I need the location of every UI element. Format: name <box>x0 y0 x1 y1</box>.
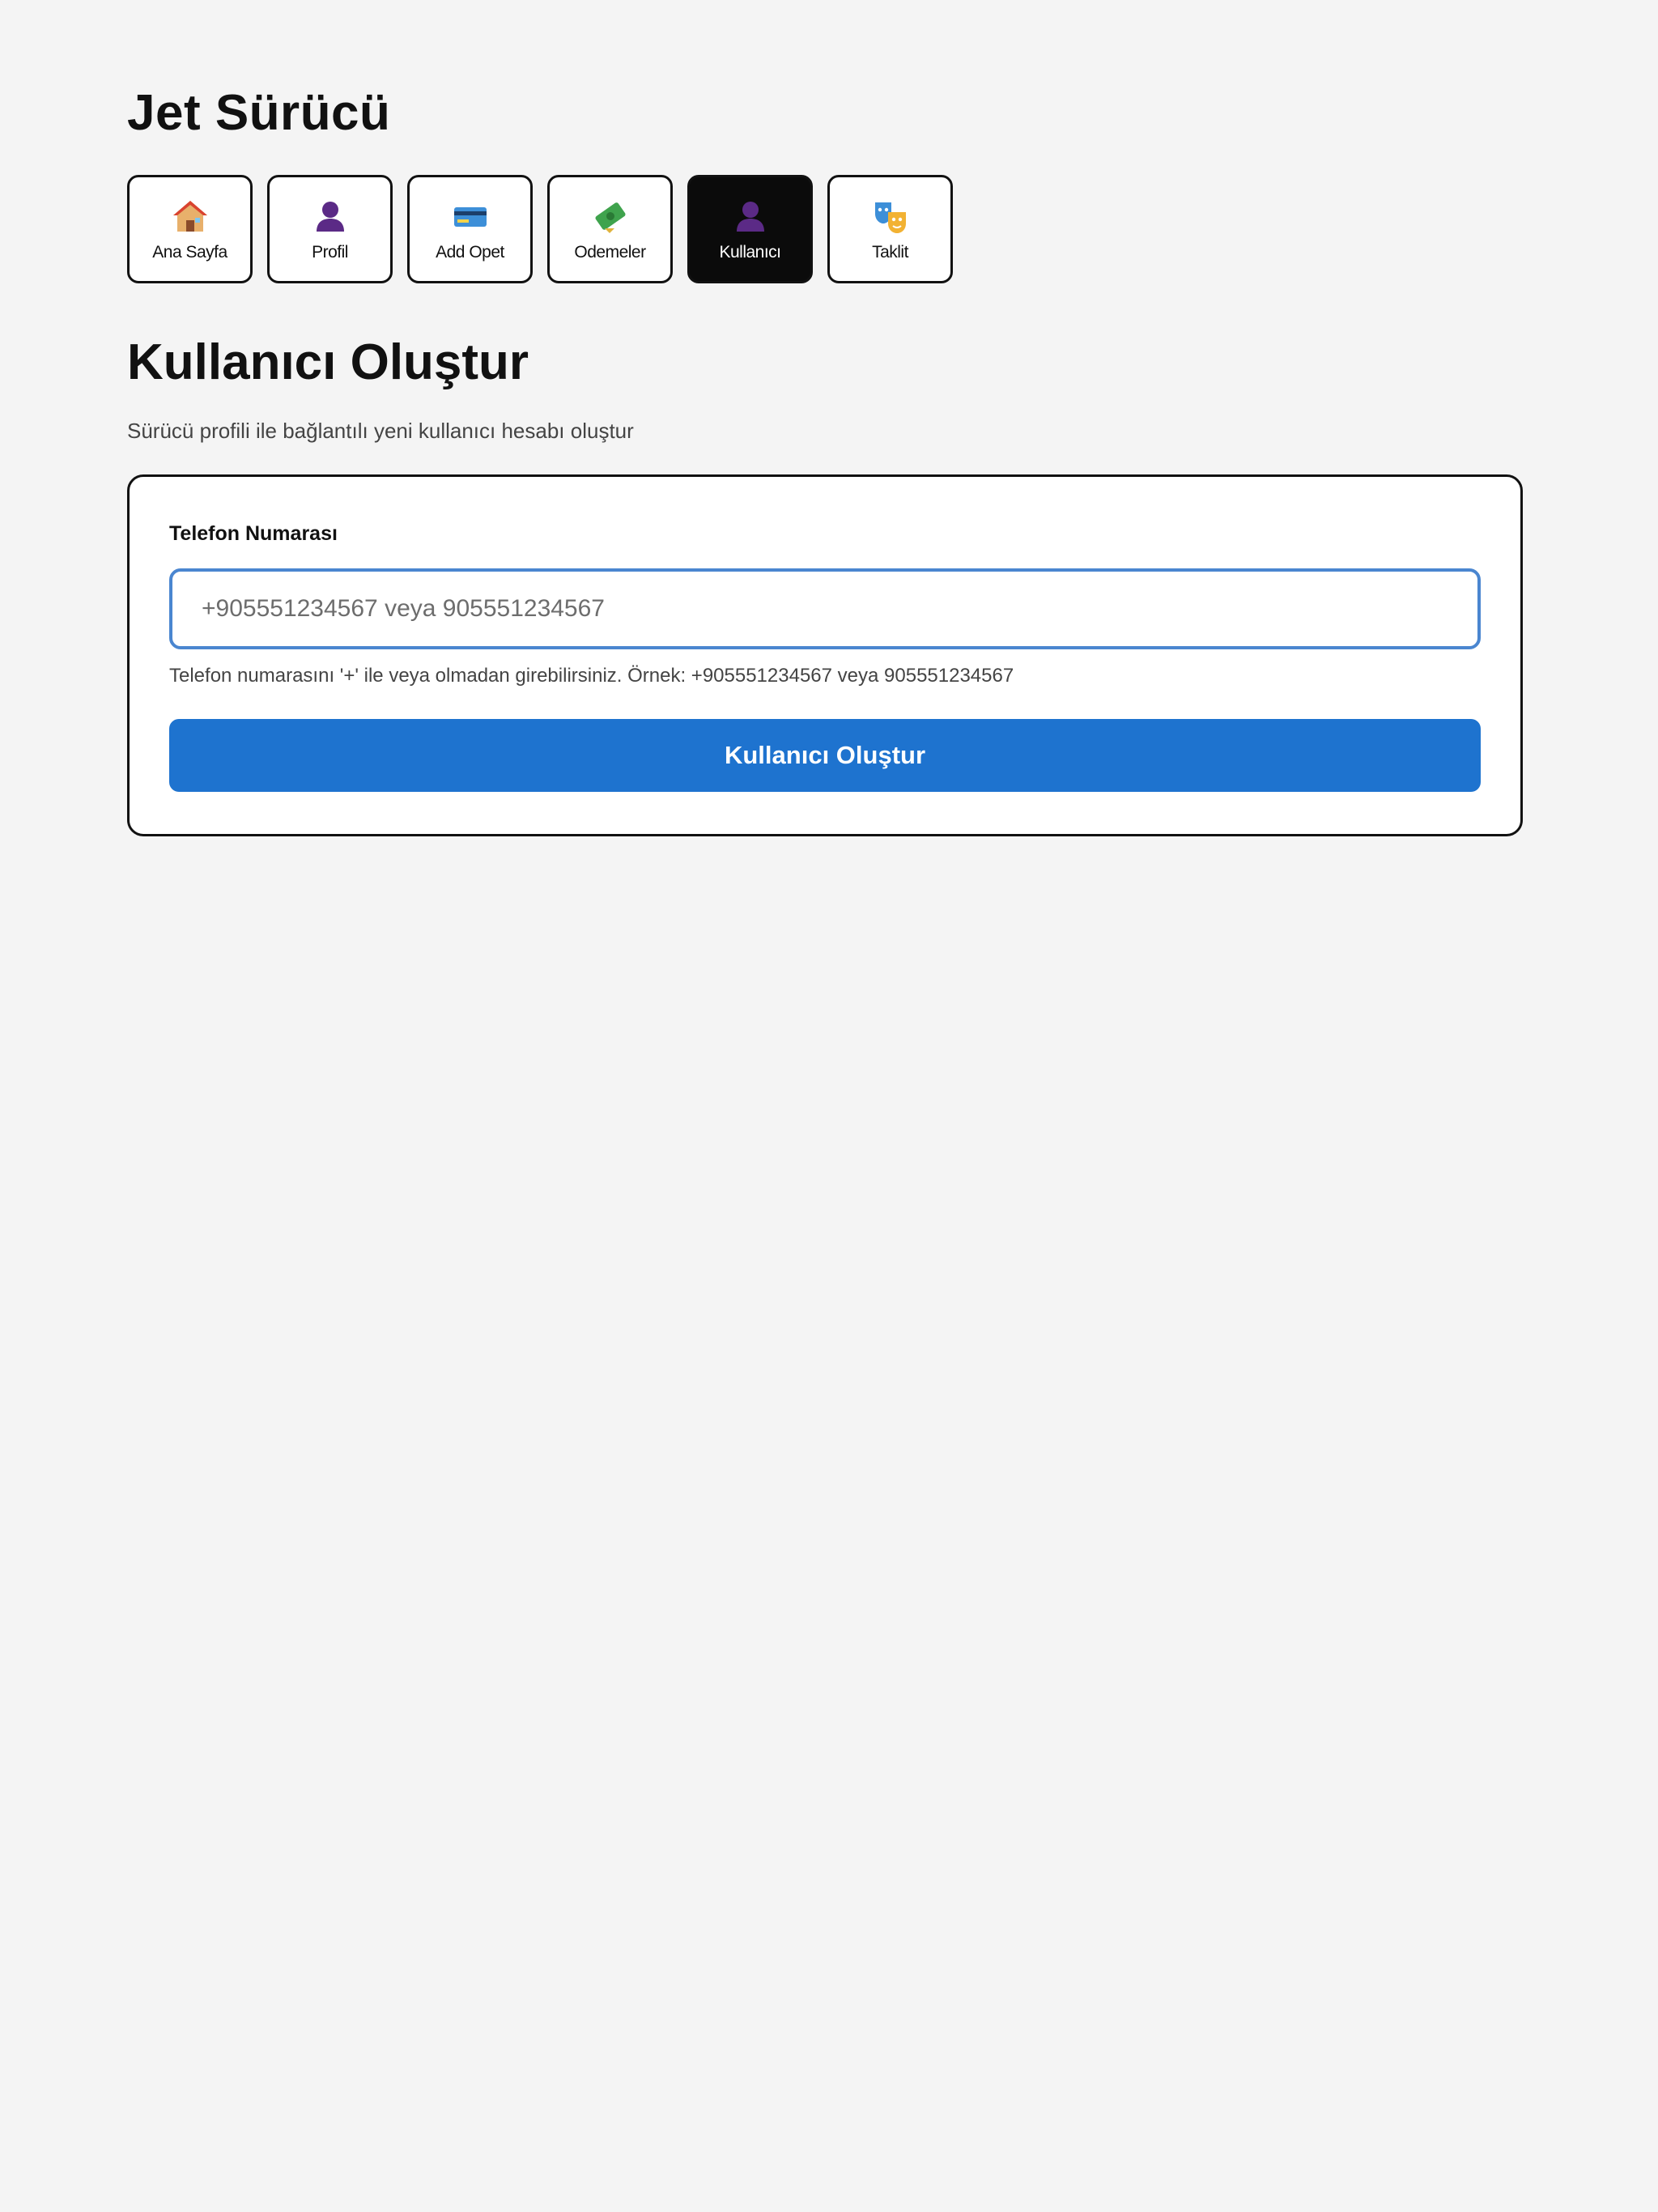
nav-item-profil[interactable]: Profil <box>267 175 393 283</box>
nav-item-taklit[interactable]: Taklit <box>827 175 953 283</box>
nav-item-label: Profil <box>312 243 348 262</box>
nav-bar: Ana Sayfa Profil Add Opet Odemeler Kulla… <box>127 175 1523 283</box>
user-icon <box>736 202 764 232</box>
page-subtitle: Sürücü profili ile bağlantılı yeni kulla… <box>127 419 634 443</box>
phone-input[interactable] <box>169 568 1481 649</box>
nav-item-kullanici[interactable]: Kullanıcı <box>687 175 813 283</box>
nav-item-label: Taklit <box>872 243 908 262</box>
theater-masks-icon <box>874 202 906 233</box>
credit-card-icon <box>453 207 487 227</box>
house-icon <box>172 201 207 232</box>
nav-item-add-opet[interactable]: Add Opet <box>407 175 533 283</box>
create-user-button[interactable]: Kullanıcı Oluştur <box>169 719 1481 792</box>
phone-label: Telefon Numarası <box>169 522 338 545</box>
page: Jet Sürücü Ana Sayfa Profil Add Opet Ode… <box>127 81 1523 836</box>
page-title: Kullanıcı Oluştur <box>127 334 529 390</box>
nav-item-label: Ana Sayfa <box>152 243 227 262</box>
app-title: Jet Sürücü <box>127 85 391 141</box>
user-icon <box>316 202 344 232</box>
nav-item-label: Odemeler <box>574 243 646 262</box>
nav-item-label: Kullanıcı <box>719 243 781 262</box>
money-icon <box>595 202 625 233</box>
phone-help-text: Telefon numarasını '+' ile veya olmadan … <box>169 665 1014 687</box>
nav-item-label: Add Opet <box>436 243 504 262</box>
nav-item-ana-sayfa[interactable]: Ana Sayfa <box>127 175 253 283</box>
nav-item-odemeler[interactable]: Odemeler <box>547 175 673 283</box>
create-user-form: Telefon Numarası Telefon numarasını '+' … <box>127 474 1523 836</box>
